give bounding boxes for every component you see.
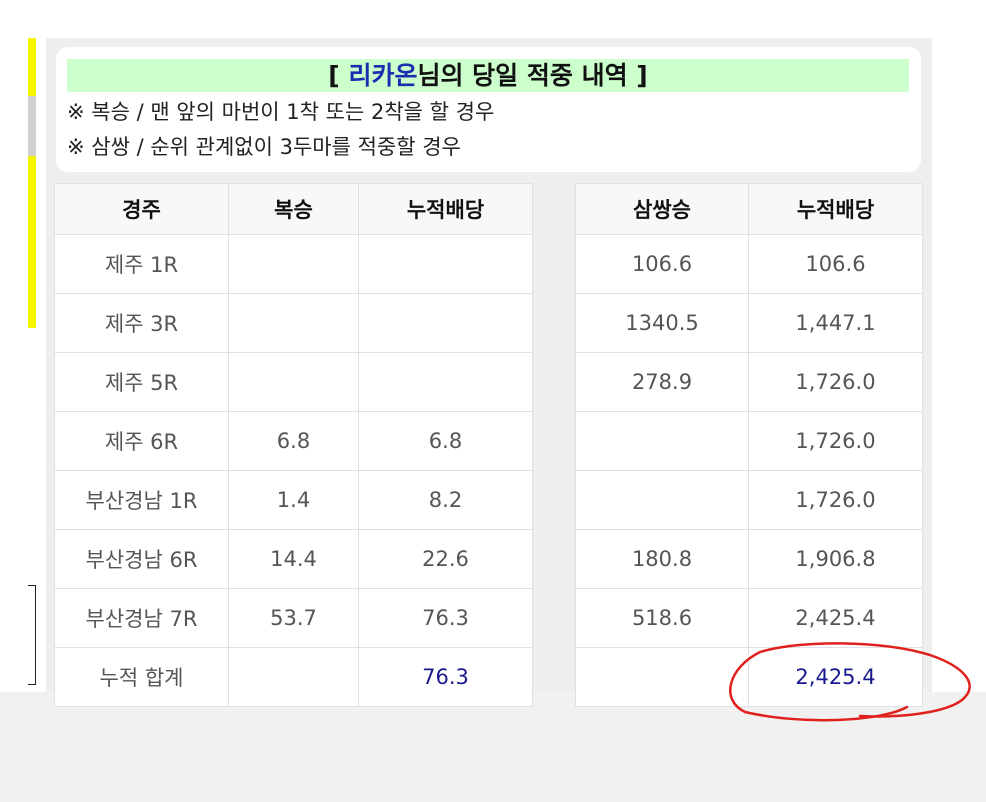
cumulative-cell xyxy=(358,293,533,353)
cumulative-cell xyxy=(358,234,533,294)
side-marker xyxy=(28,156,36,328)
table-row: 제주 6R 6.8 6.8 xyxy=(54,411,533,471)
title-bracket: [ xyxy=(328,61,349,90)
table-row: 1,726.0 xyxy=(575,411,923,471)
notice-box: [ 리카온님의 당일 적중 내역 ] ※ 복승 / 맨 앞의 마번이 1착 또는… xyxy=(56,47,921,172)
cumulative-cell: 1,906.8 xyxy=(748,529,923,589)
race-cell: 제주 3R xyxy=(54,293,229,353)
race-cell: 제주 5R xyxy=(54,352,229,412)
race-cell: 부산경남 1R xyxy=(54,470,229,530)
cumulative-cell: 1,447.1 xyxy=(748,293,923,353)
total-row: 누적 합계 76.3 xyxy=(54,647,533,707)
boksung-cell: 6.8 xyxy=(228,411,359,471)
table-row: 1340.5 1,447.1 xyxy=(575,293,923,353)
table-header-row: 삼쌍승 누적배당 xyxy=(575,183,923,235)
cumulative-cell: 6.8 xyxy=(358,411,533,471)
header-cumulative: 누적배당 xyxy=(358,183,533,235)
total-row: 2,425.4 xyxy=(575,647,923,707)
note-samssang: ※ 삼쌍 / 순위 관계없이 3두마를 적중할 경우 xyxy=(67,135,461,159)
table-row: 278.9 1,726.0 xyxy=(575,352,923,412)
table-row: 부산경남 7R 53.7 76.3 xyxy=(54,588,533,648)
cumulative-cell: 76.3 xyxy=(358,588,533,648)
boksung-cell xyxy=(228,234,359,294)
race-cell: 부산경남 6R xyxy=(54,529,229,589)
race-cell: 부산경남 7R xyxy=(54,588,229,648)
samssang-cell xyxy=(575,411,749,471)
samssang-table: 삼쌍승 누적배당 106.6 106.6 1340.5 1,447.1 278.… xyxy=(575,183,923,707)
header-boksung: 복승 xyxy=(228,183,359,235)
notice-title: [ 리카온님의 당일 적중 내역 ] xyxy=(67,59,909,92)
samssang-cell xyxy=(575,647,749,707)
boksung-cell xyxy=(228,647,359,707)
table-row: 부산경남 1R 1.4 8.2 xyxy=(54,470,533,530)
race-cell: 제주 1R xyxy=(54,234,229,294)
total-samssang-cumulative: 2,425.4 xyxy=(748,647,923,707)
boksung-cell xyxy=(228,293,359,353)
table-row: 1,726.0 xyxy=(575,470,923,530)
boksung-cell: 53.7 xyxy=(228,588,359,648)
cumulative-cell: 1,726.0 xyxy=(748,411,923,471)
note-boksung: ※ 복승 / 맨 앞의 마번이 1착 또는 2착을 할 경우 xyxy=(67,100,495,124)
side-marker xyxy=(28,96,36,156)
boksung-table: 경주 복승 누적배당 제주 1R 제주 3R 제주 5R 제주 6R 6.8 6… xyxy=(54,183,533,707)
samssang-cell: 180.8 xyxy=(575,529,749,589)
header-cumulative: 누적배당 xyxy=(748,183,923,235)
header-samssang: 삼쌍승 xyxy=(575,183,749,235)
table-header-row: 경주 복승 누적배당 xyxy=(54,183,533,235)
total-label: 누적 합계 xyxy=(54,647,229,707)
cumulative-cell xyxy=(358,352,533,412)
cumulative-cell: 8.2 xyxy=(358,470,533,530)
table-row: 106.6 106.6 xyxy=(575,234,923,294)
samssang-cell: 106.6 xyxy=(575,234,749,294)
table-row: 518.6 2,425.4 xyxy=(575,588,923,648)
table-row: 부산경남 6R 14.4 22.6 xyxy=(54,529,533,589)
boksung-cell xyxy=(228,352,359,412)
user-name: 리카온 xyxy=(348,61,418,90)
samssang-cell: 278.9 xyxy=(575,352,749,412)
header-race: 경주 xyxy=(54,183,229,235)
cumulative-cell: 106.6 xyxy=(748,234,923,294)
samssang-cell: 518.6 xyxy=(575,588,749,648)
samssang-cell xyxy=(575,470,749,530)
cumulative-cell: 22.6 xyxy=(358,529,533,589)
table-row: 제주 5R xyxy=(54,352,533,412)
boksung-cell: 1.4 xyxy=(228,470,359,530)
side-marker xyxy=(28,38,36,96)
cumulative-cell: 2,425.4 xyxy=(748,588,923,648)
side-bracket xyxy=(28,585,36,685)
cumulative-cell: 1,726.0 xyxy=(748,470,923,530)
samssang-cell: 1340.5 xyxy=(575,293,749,353)
page-background-bottom xyxy=(0,692,986,802)
boksung-cell: 14.4 xyxy=(228,529,359,589)
title-text: 님의 당일 적중 내역 ] xyxy=(417,61,648,90)
race-cell: 제주 6R xyxy=(54,411,229,471)
cumulative-cell: 1,726.0 xyxy=(748,352,923,412)
table-row: 제주 3R xyxy=(54,293,533,353)
table-row: 제주 1R xyxy=(54,234,533,294)
table-row: 180.8 1,906.8 xyxy=(575,529,923,589)
total-boksung-cumulative: 76.3 xyxy=(358,647,533,707)
